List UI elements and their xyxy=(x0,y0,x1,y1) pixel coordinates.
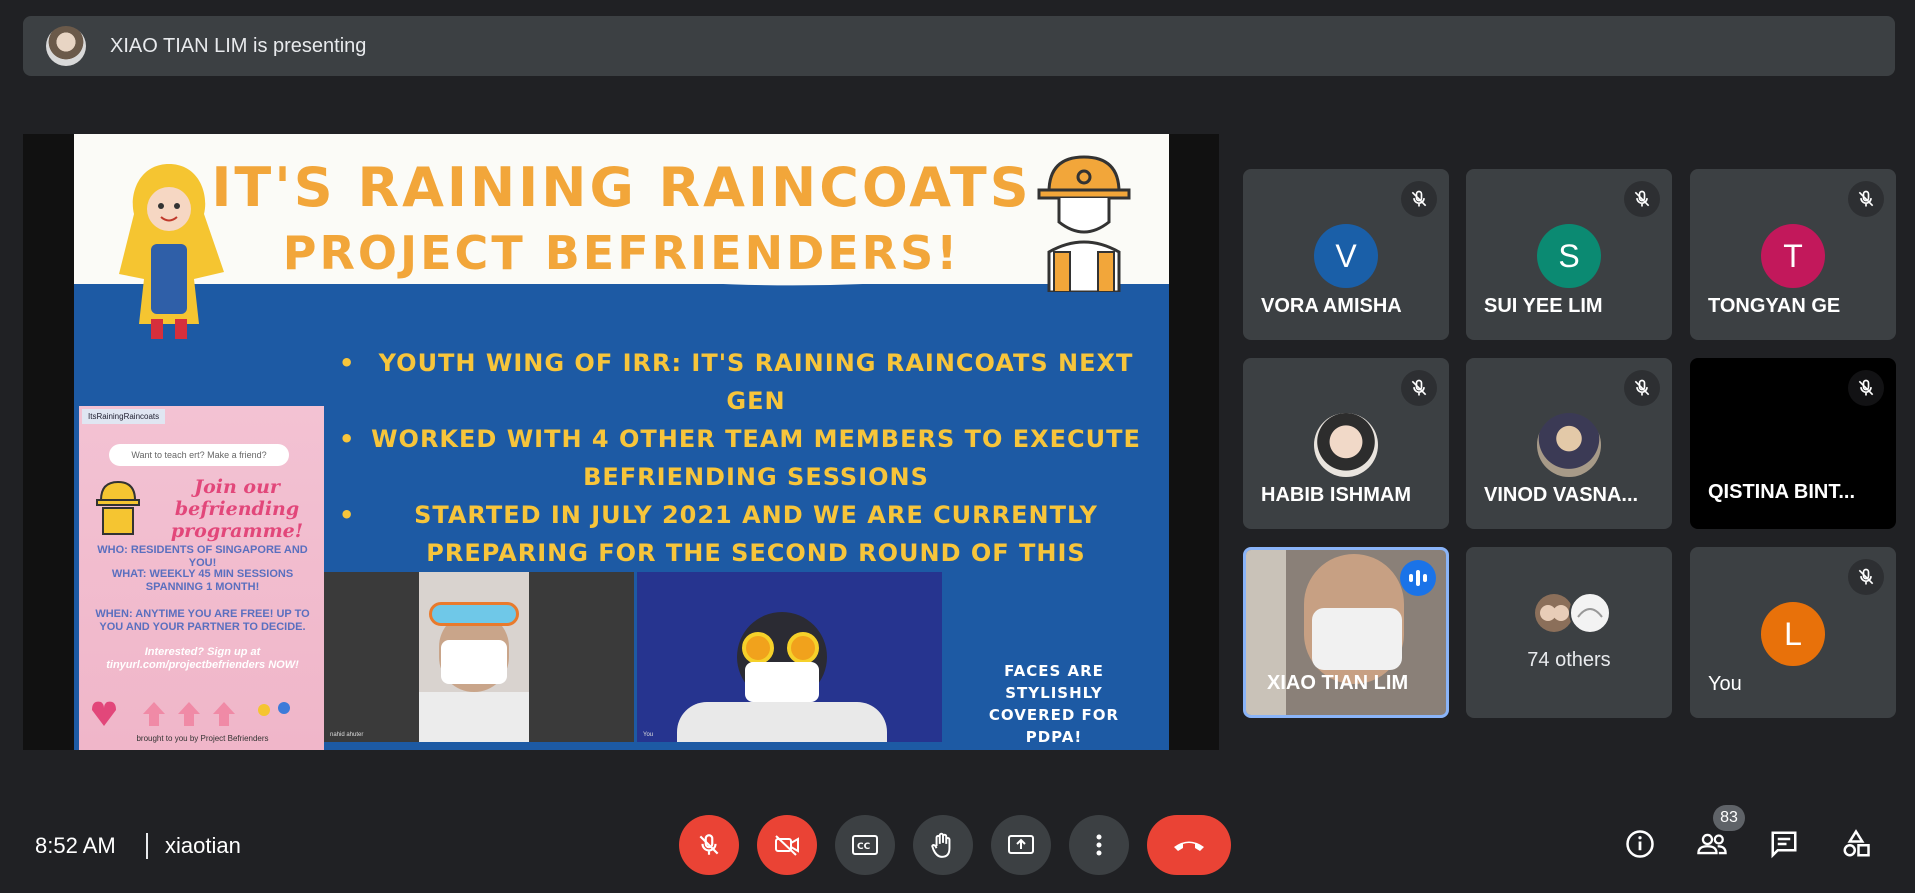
participant-name: HABIB ISHMAM xyxy=(1261,484,1411,506)
presented-slide: IT'S RAINING RAINCOATS PROJECT BEFRIENDE… xyxy=(74,134,1169,750)
more-options-button[interactable] xyxy=(1069,815,1129,875)
mic-off-icon xyxy=(1624,181,1660,217)
embedded-video-tile: nahid ahuter xyxy=(324,572,634,742)
avatar: S xyxy=(1537,224,1601,288)
more-vert-icon xyxy=(1096,834,1102,856)
participant-name: XIAO TIAN LIM xyxy=(1267,672,1409,694)
participant-name: VORA AMISHA xyxy=(1261,295,1402,317)
participant-tile-habib-ishmam[interactable]: HABIB ISHMAM xyxy=(1243,358,1449,529)
befriending-poster: ItsRainingRaincoats Want to teach ert? M… xyxy=(79,406,324,750)
activities-icon xyxy=(1843,829,1870,857)
raise-hand-button[interactable] xyxy=(913,815,973,875)
end-call-icon xyxy=(1174,841,1204,851)
pdpa-note: FACES ARE STYLISHLY COVERED FOR PDPA! xyxy=(988,662,1120,746)
captions-button[interactable]: CC xyxy=(835,815,895,875)
slide-title-line1: IT'S RAINING RAINCOATS xyxy=(211,156,1032,219)
avatar: V xyxy=(1314,224,1378,288)
others-count: 74 others xyxy=(1527,649,1611,671)
people-icon xyxy=(1697,833,1727,855)
slide-bullet: WORKED WITH 4 OTHER TEAM MEMBERS TO EXEC… xyxy=(339,420,1149,496)
presentation-stage[interactable]: IT'S RAINING RAINCOATS PROJECT BEFRIENDE… xyxy=(23,134,1219,750)
meeting-details-button[interactable] xyxy=(1616,820,1664,868)
leave-call-button[interactable] xyxy=(1147,815,1231,875)
video-name-label: You xyxy=(643,732,654,738)
present-icon xyxy=(1008,835,1034,854)
mic-off-icon xyxy=(1848,370,1884,406)
poster-when: WHEN: ANYTIME YOU ARE FREE! UP TO YOU AN… xyxy=(95,608,310,633)
avatar: T xyxy=(1761,224,1825,288)
video-name-label: nahid ahuter xyxy=(330,732,364,738)
mic-toggle-button[interactable] xyxy=(679,815,739,875)
clock: 8:52 AM xyxy=(35,833,116,858)
avatar xyxy=(1537,413,1601,477)
slide-bullet: YOUTH WING OF IRR: IT'S RAINING RAINCOAT… xyxy=(339,344,1149,420)
sunglasses-sticker xyxy=(429,602,519,626)
face-mask xyxy=(1312,608,1402,670)
participant-tile-you[interactable]: L You xyxy=(1690,547,1896,718)
chat-button[interactable] xyxy=(1760,820,1808,868)
mic-off-icon xyxy=(1848,559,1884,595)
divider xyxy=(146,833,148,859)
meeting-code[interactable]: xiaotian xyxy=(165,833,241,859)
participant-tile-qistina[interactable]: QISTINA BINT... xyxy=(1690,358,1896,529)
poster-decoration xyxy=(92,701,290,726)
participant-name: VINOD VASNA... xyxy=(1484,484,1639,506)
participant-tile-sui-yee-lim[interactable]: S SUI YEE LIM xyxy=(1466,169,1672,340)
speaking-indicator-icon xyxy=(1400,560,1436,596)
participant-tile-vinod-vasna[interactable]: VINOD VASNA... xyxy=(1466,358,1672,529)
poster-heading: Join our befriending programme! xyxy=(170,476,304,542)
hardhat-icon xyxy=(96,480,140,535)
mic-off-icon xyxy=(1401,181,1437,217)
captions-icon: CC xyxy=(852,835,878,855)
slide-bullet-list: YOUTH WING OF IRR: IT'S RAINING RAINCOAT… xyxy=(339,344,1149,610)
video-person xyxy=(419,572,529,742)
camera-off-icon xyxy=(775,835,799,856)
presenter-avatar xyxy=(46,26,86,66)
meet-window: XIAO TIAN LIM is presenting IT'S RAINING… xyxy=(0,0,1915,893)
chat-icon xyxy=(1771,831,1797,859)
poster-bubble: Want to teach ert? Make a friend? xyxy=(109,444,289,466)
face-mask xyxy=(745,662,819,702)
participant-name: QISTINA BINT... xyxy=(1708,481,1856,503)
others-avatars xyxy=(1535,592,1611,634)
avatar xyxy=(1314,413,1378,477)
svg-text:CC: CC xyxy=(857,842,871,852)
bottom-bar: 8:52 AM xiaotian CC 83 xyxy=(0,805,1915,885)
presenting-banner: XIAO TIAN LIM is presenting xyxy=(23,16,1895,76)
participant-name: TONGYAN GE xyxy=(1708,295,1841,317)
participant-tile-tongyan-ge[interactable]: T TONGYAN GE xyxy=(1690,169,1896,340)
poster-signup: Interested? Sign up at tinyurl.com/proje… xyxy=(106,646,299,671)
people-button[interactable] xyxy=(1688,820,1736,868)
slide-title-line2: PROJECT BEFRIENDERS! xyxy=(282,226,961,280)
participant-name: SUI YEE LIM xyxy=(1484,295,1603,317)
poster-footer: brought to you by Project Befrienders xyxy=(136,734,269,743)
poster-who: WHO: RESIDENTS OF SINGAPORE AND YOU! xyxy=(97,544,308,569)
poster-tag: ItsRainingRaincoats xyxy=(82,409,166,424)
activities-button[interactable] xyxy=(1832,820,1880,868)
participant-tile-vora-amisha[interactable]: V VORA AMISHA xyxy=(1243,169,1449,340)
mic-off-icon xyxy=(1401,370,1437,406)
face-mask xyxy=(441,640,507,684)
mic-off-icon xyxy=(699,834,719,855)
sunflower-glasses-sticker xyxy=(737,632,827,664)
participant-tile-others[interactable]: 74 others xyxy=(1466,547,1672,718)
info-icon xyxy=(1626,830,1654,858)
mic-off-icon xyxy=(1848,181,1884,217)
presenting-text: XIAO TIAN LIM is presenting xyxy=(110,34,367,57)
avatar: L xyxy=(1761,602,1825,666)
hand-icon xyxy=(931,832,951,858)
poster-what: WHAT: WEEKLY 45 MIN SESSIONS SPANNING 1 … xyxy=(111,568,294,593)
mic-off-icon xyxy=(1624,370,1660,406)
present-now-button[interactable] xyxy=(991,815,1051,875)
embedded-video-tile: You xyxy=(637,572,942,742)
participant-name: You xyxy=(1708,673,1742,695)
participant-tile-xiao-tian-lim[interactable]: XIAO TIAN LIM xyxy=(1243,547,1449,718)
camera-toggle-button[interactable] xyxy=(757,815,817,875)
